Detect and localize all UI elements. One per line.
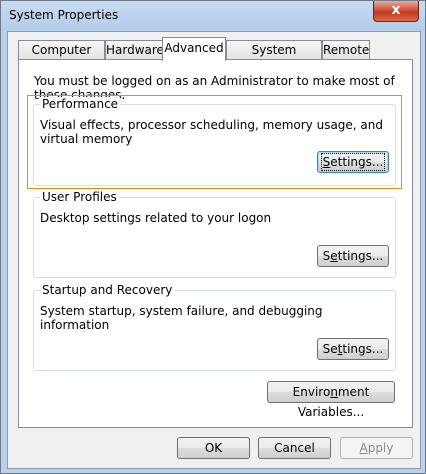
apply-button[interactable]: Apply	[340, 437, 413, 459]
performance-description: Visual effects, processor scheduling, me…	[40, 118, 384, 146]
close-button[interactable]: x	[373, 1, 419, 22]
title-bar[interactable]: System Properties x	[1, 1, 425, 31]
advanced-tab-page: You must be logged on as an Administrato…	[18, 59, 413, 428]
tab-computer-name[interactable]: Computer Name	[18, 40, 105, 76]
tab-advanced[interactable]: Advanced	[162, 37, 226, 61]
window-title: System Properties	[9, 8, 119, 22]
environment-variables-button[interactable]: Environment Variables...	[267, 381, 395, 419]
startup-recovery-description: System startup, system failure, and debu…	[40, 304, 323, 332]
tab-label: Hardware	[106, 43, 164, 57]
performance-title: Performance	[40, 97, 121, 111]
user-profiles-description: Desktop settings related to your logon	[40, 211, 272, 225]
ok-button[interactable]: OK	[177, 437, 250, 459]
close-icon: x	[391, 2, 401, 18]
cancel-button[interactable]: Cancel	[258, 437, 331, 459]
tab-remote[interactable]: Remote	[322, 40, 370, 59]
performance-settings-button[interactable]: Settings...	[317, 151, 389, 173]
user-profiles-title: User Profiles	[40, 190, 119, 204]
tab-label: Remote	[323, 43, 370, 57]
startup-recovery-title: Startup and Recovery	[40, 283, 175, 297]
startup-recovery-settings-button[interactable]: Settings...	[317, 338, 389, 360]
dialog-client-area: Computer Name Hardware Advanced System P…	[7, 31, 421, 469]
performance-group: Performance Visual effects, processor sc…	[33, 97, 396, 186]
tab-system-protection[interactable]: System Protection	[226, 40, 322, 76]
tab-label: Advanced	[164, 41, 224, 55]
user-profiles-group: User Profiles Desktop settings related t…	[33, 190, 396, 278]
user-profiles-settings-button[interactable]: Settings...	[317, 245, 389, 267]
startup-recovery-group: Startup and Recovery System startup, sys…	[33, 283, 396, 371]
system-properties-window: System Properties x Computer Name Hardwa…	[0, 0, 426, 474]
tab-hardware[interactable]: Hardware	[105, 40, 164, 59]
